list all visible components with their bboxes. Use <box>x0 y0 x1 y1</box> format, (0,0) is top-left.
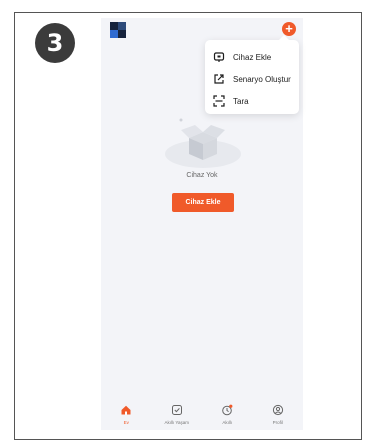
add-device-icon <box>213 52 225 62</box>
scan-icon <box>213 95 225 107</box>
step-badge: 3 <box>35 23 75 63</box>
bottom-tab-bar: Ev Akıllı Yaşam Akıllı Profil <box>101 400 303 430</box>
create-scene-icon <box>214 74 224 84</box>
menu-item-scan[interactable]: Tara <box>205 90 299 112</box>
tab-label: Profil <box>272 420 283 425</box>
no-device-text: Cihaz Yok <box>186 172 218 179</box>
tab-smart[interactable]: Akıllı <box>202 400 253 430</box>
app-screen: + Cihaz Ekle Senaryo Oluştur Tara Cihaz … <box>101 18 303 430</box>
menu-item-label: Cihaz Ekle <box>233 52 272 62</box>
smart-icon <box>222 404 233 416</box>
add-device-button[interactable]: Cihaz Ekle <box>172 193 234 212</box>
home-logo-icon <box>110 22 126 38</box>
empty-box-icon <box>165 118 241 168</box>
tab-label: Ev <box>123 420 129 425</box>
home-icon <box>121 405 131 415</box>
menu-item-create-scene[interactable]: Senaryo Oluştur <box>205 68 299 90</box>
tab-home[interactable]: Ev <box>101 400 152 430</box>
add-button[interactable]: + <box>282 22 296 36</box>
tab-label: Akıllı Yaşam <box>164 420 190 425</box>
menu-item-add-device[interactable]: Cihaz Ekle <box>205 46 299 68</box>
smart-life-icon <box>171 405 182 415</box>
menu-item-label: Senaryo Oluştur <box>233 74 291 84</box>
menu-item-label: Tara <box>233 96 249 106</box>
tab-profile[interactable]: Profil <box>253 400 304 430</box>
plus-icon: + <box>285 21 293 36</box>
profile-icon <box>272 404 283 416</box>
tab-label: Akıllı <box>222 420 233 425</box>
tab-smart-life[interactable]: Akıllı Yaşam <box>152 400 203 430</box>
add-dropdown-menu: Cihaz Ekle Senaryo Oluştur Tara <box>205 35 299 114</box>
